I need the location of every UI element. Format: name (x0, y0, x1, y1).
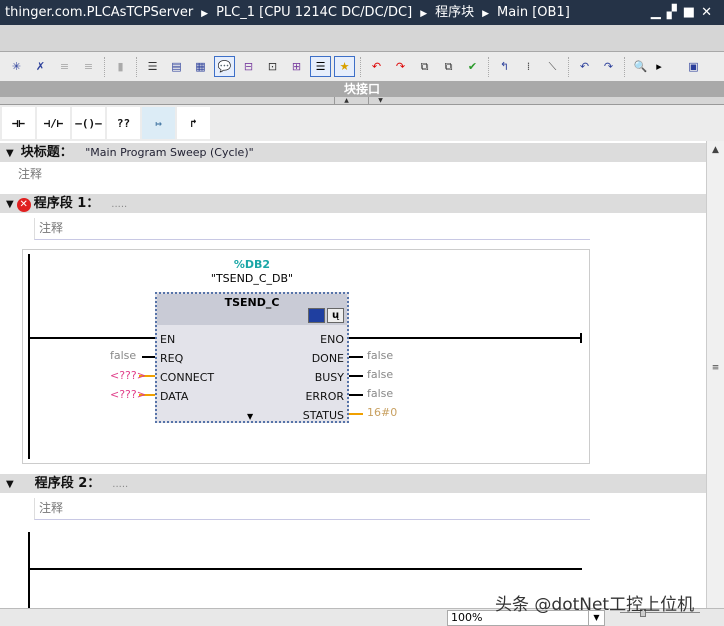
block-parameters-icon[interactable] (308, 308, 325, 323)
breadcrumb: thinger.com.PLCAsTCPServer ▶ PLC_1 [CPU 12… (0, 0, 724, 25)
no-contact-button[interactable]: ⊣⊢ (2, 107, 35, 139)
error-icon: ✕ (16, 198, 31, 212)
collapse-icon[interactable]: ▼ (6, 148, 14, 159)
block-name: TSEND_C (224, 296, 280, 309)
networks-close-icon[interactable]: ▦ (190, 56, 211, 77)
done-value[interactable]: false (367, 349, 393, 362)
pin-status: STATUS (302, 409, 344, 422)
display-favorites-icon[interactable]: ☰ (310, 56, 331, 77)
pin-data: DATA (160, 390, 189, 403)
data-value[interactable]: <???> (110, 388, 146, 401)
rung-end (580, 333, 582, 343)
monitor-compare-icon[interactable]: ⧉ (414, 56, 435, 77)
window-controls: ▁▞■✕ (651, 0, 718, 25)
network-1-comment[interactable]: 注释 (34, 218, 590, 240)
download-compare-icon[interactable]: ⧉ (438, 56, 459, 77)
diagnostics-icon[interactable]: ų (327, 308, 344, 323)
minimize-icon[interactable]: ▁ (651, 5, 667, 20)
insert-row-icon[interactable]: ≡ (54, 56, 75, 77)
add-row-icon[interactable]: ≡ (78, 56, 99, 77)
goto-next-icon[interactable]: ⁞ (518, 56, 539, 77)
scroll-thumb-icon[interactable]: ≡ (707, 363, 724, 373)
symbolic-info-icon[interactable]: ⊡ (262, 56, 283, 77)
collapse-up-icon[interactable]: ▲ (334, 97, 358, 105)
vertical-scrollbar[interactable]: ▲ ≡ (706, 141, 724, 608)
rung-en (28, 337, 155, 339)
goto-error-next-icon[interactable]: ↷ (390, 56, 411, 77)
req-value[interactable]: false (110, 349, 136, 362)
rung-eno (349, 337, 581, 339)
collapse-icon[interactable]: ▼ (6, 479, 14, 490)
networks-open-icon[interactable]: ▤ (166, 56, 187, 77)
scroll-up-icon[interactable]: ▲ (707, 145, 724, 155)
collapse-icon[interactable]: ▼ (6, 199, 14, 210)
tsend-c-block[interactable]: TSEND_C ų EN REQ CONNECT DATA ENO DONE B… (155, 292, 349, 423)
comments-icon[interactable]: 💬 (214, 56, 235, 77)
instruction-favorites: ⊣⊢ ⊣/⊢ –()– ?? ↦ ↱ (0, 105, 724, 141)
maximize-icon[interactable]: ■ (683, 5, 701, 20)
connect-value[interactable]: <???> (110, 369, 146, 382)
open-branch-button[interactable]: ↦ (142, 107, 175, 139)
favorites-icon[interactable]: ★ (334, 56, 355, 77)
status-value[interactable]: 16#0 (367, 406, 397, 419)
nc-contact-button[interactable]: ⊣/⊢ (37, 107, 70, 139)
expand-down-icon[interactable]: ▼ (368, 97, 392, 105)
db-name[interactable]: "TSEND_C_DB" (155, 272, 349, 285)
goto-prev-icon[interactable]: ↰ (494, 56, 515, 77)
network-title[interactable]: ..... (111, 199, 127, 210)
network-1-header[interactable]: ▼ ✕ 程序段 1：..... (0, 194, 706, 213)
busy-value[interactable]: false (367, 368, 393, 381)
network-2-comment[interactable]: 注释 (34, 498, 590, 520)
pin-req: REQ (160, 352, 184, 365)
insert-network-icon[interactable]: ✳ (6, 56, 27, 77)
rung (28, 568, 582, 570)
breadcrumb-program-blocks[interactable]: 程序块 (435, 5, 474, 20)
splitter[interactable]: ▲ ▼ (0, 97, 724, 105)
empty-box-button[interactable]: ?? (107, 107, 140, 139)
close-icon[interactable]: ✕ (701, 5, 718, 20)
breadcrumb-plc[interactable]: PLC_1 [CPU 1214C DC/DC/DC] (216, 5, 412, 20)
disabled-io-icon[interactable]: ▮ (110, 56, 131, 77)
expand-icon[interactable]: ▼ (247, 412, 253, 421)
jump-forward-icon[interactable]: ↷ (598, 56, 619, 77)
error-value[interactable]: false (367, 387, 393, 400)
title-area (0, 25, 724, 52)
pin-eno: ENO (320, 333, 344, 346)
network-2-header[interactable]: ▼ 程序段 2：..... (0, 474, 706, 493)
breadcrumb-project[interactable]: thinger.com.PLCAsTCPServer (5, 5, 193, 20)
power-rail (28, 254, 30, 459)
pin-error: ERROR (305, 390, 344, 403)
pin-done: DONE (311, 352, 344, 365)
pin-busy: BUSY (314, 371, 344, 384)
db-address[interactable]: %DB2 (155, 258, 349, 271)
goto-error-prev-icon[interactable]: ↶ (366, 56, 387, 77)
goto-last-icon[interactable]: ⟍ (542, 56, 563, 77)
align-left-icon[interactable]: ☰ (142, 56, 163, 77)
power-rail (28, 532, 30, 608)
breadcrumb-main[interactable]: Main [OB1] (497, 5, 570, 20)
block-interface-bar[interactable]: 块接口 (0, 81, 724, 97)
jump-back-icon[interactable]: ↶ (574, 56, 595, 77)
check-icon[interactable]: ✔ (462, 56, 483, 77)
restore-icon[interactable]: ▞ (667, 5, 683, 20)
editor-toolbar: ✳ ✗ ≡ ≡ ▮ ☰ ▤ ▦ 💬 ⊟ ⊡ ⊞ ☰ ★ ↶ ↷ ⧉ ⧉ ✔ ↰ … (0, 52, 724, 81)
delete-network-icon[interactable]: ✗ (30, 56, 51, 77)
watch-icon[interactable]: 🔍 (630, 56, 651, 77)
pin-en: EN (160, 333, 176, 346)
pin-connect: CONNECT (160, 371, 215, 384)
coil-button[interactable]: –()– (72, 107, 105, 139)
block-title-header[interactable]: ▼ 块标题： "Main Program Sweep (Cycle)" (0, 143, 706, 162)
block-comment[interactable]: 注释 (18, 165, 42, 182)
tag-info-icon[interactable]: ⊞ (286, 56, 307, 77)
expand-arrow-icon[interactable]: ▸ (654, 56, 664, 77)
block-title-value[interactable]: "Main Program Sweep (Cycle)" (85, 146, 253, 159)
network-title[interactable]: ..... (112, 479, 128, 490)
block-interface-icon[interactable]: ▣ (683, 56, 704, 77)
absolute-address-icon[interactable]: ⊟ (238, 56, 259, 77)
watermark: 头条 @dotNet工控上位机 (495, 595, 695, 615)
close-branch-button[interactable]: ↱ (177, 107, 210, 139)
